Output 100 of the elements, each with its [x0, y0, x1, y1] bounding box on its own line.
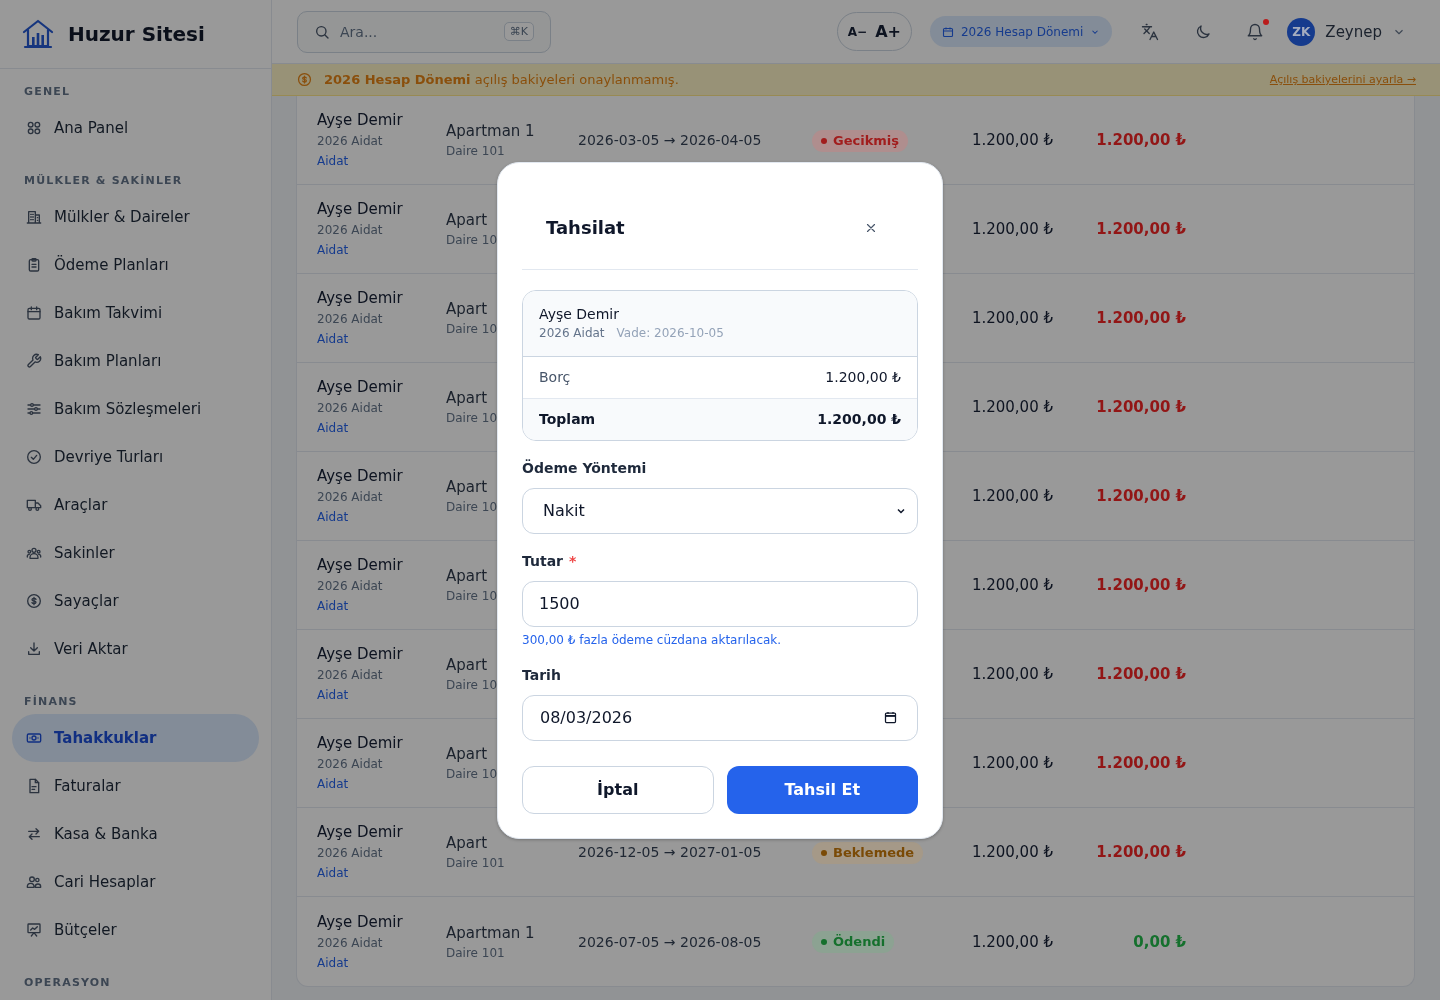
charged-amount: 1.200,00 ₺	[971, 843, 1053, 861]
charged-amount: 1.200,00 ₺	[971, 309, 1053, 327]
nav-item[interactable]: Mülkler & Daireler	[12, 193, 259, 241]
nav-item[interactable]: Bakım Takvimi	[12, 289, 259, 337]
remaining-amount: 1.200,00 ₺	[1096, 665, 1186, 683]
user-avatar[interactable]: ZK	[1287, 17, 1316, 46]
resident-name: Ayşe Demir	[317, 733, 403, 754]
nav-item[interactable]: Ödeme Planları	[12, 241, 259, 289]
input-field[interactable]: 1500	[522, 580, 918, 627]
charge-name: 2026 Aidat	[317, 934, 383, 952]
charge-type-link[interactable]: Aidat	[317, 952, 349, 973]
decrease-font-button[interactable]: A−	[845, 24, 870, 39]
download-icon	[26, 641, 42, 657]
grid-icon	[26, 120, 42, 136]
calendar-icon	[883, 710, 898, 725]
nav-item[interactable]: Bakım Sözleşmeleri	[12, 385, 259, 433]
remaining-amount: 1.200,00 ₺	[1096, 843, 1186, 861]
unit-name: Daire 10	[446, 410, 498, 427]
users-icon	[26, 874, 42, 890]
search-input[interactable]: Ara...	[340, 23, 494, 40]
unit-name: Daire 101	[446, 855, 505, 872]
nav-item[interactable]: Ana Panel	[12, 104, 259, 152]
clipboard-icon	[26, 257, 42, 273]
nav-item[interactable]: Cari Hesaplar	[12, 858, 259, 906]
building-name: Apart	[446, 744, 488, 765]
charge-type-link[interactable]: Aidat	[317, 774, 349, 794]
nav-item[interactable]: Sakinler	[12, 529, 259, 577]
remaining-amount: 0,00 ₺	[1133, 932, 1186, 951]
charged-amount: 1.200,00 ₺	[971, 220, 1053, 238]
nav-item[interactable]: Devriye Turları	[12, 433, 259, 481]
resident-name: Ayşe Demir	[317, 110, 403, 131]
nav-item[interactable]: Araçlar	[12, 481, 259, 529]
bell-icon[interactable]	[1246, 22, 1265, 41]
date-field[interactable]: 08/03/2026	[522, 694, 918, 741]
shortcut-key: ⌘K	[503, 22, 534, 41]
nav-item[interactable]: Kasa & Banka	[12, 810, 259, 858]
users-icon	[26, 545, 42, 561]
field-label: Tarih	[522, 665, 561, 684]
charge-type-link[interactable]: Aidat	[317, 418, 349, 438]
charge-type-link[interactable]: Aidat	[317, 863, 349, 883]
charge-type-link[interactable]: Aidat	[317, 329, 349, 349]
field-hint: 300,00 ₺ fazla ödeme cüzdana aktarılacak.	[522, 631, 783, 648]
house-chart-logo-icon	[22, 18, 54, 50]
building-name: Apart	[446, 477, 488, 498]
document-icon	[26, 778, 42, 794]
building-name: Apart	[446, 388, 488, 409]
building-icon	[26, 209, 42, 225]
status-label: Gecikmiş	[833, 132, 900, 149]
user-name[interactable]: Zeynep	[1325, 22, 1382, 41]
nav-item[interactable]: Bakım Planları	[12, 337, 259, 385]
charge-name: 2026 Aidat	[317, 578, 383, 595]
translate-icon[interactable]	[1141, 22, 1160, 41]
transfer-arrows-icon	[26, 826, 42, 842]
remaining-amount: 1.200,00 ₺	[1096, 754, 1186, 772]
resident-name: Ayşe Demir	[317, 466, 403, 487]
nav-item[interactable]: Sayaçlar	[12, 577, 259, 625]
charge-type-link[interactable]: Aidat	[317, 596, 349, 616]
charge-type-link[interactable]: Aidat	[317, 685, 349, 705]
banknote-icon	[26, 730, 42, 746]
remaining-amount: 1.200,00 ₺	[1096, 487, 1186, 505]
charged-amount: 1.200,00 ₺	[971, 754, 1053, 772]
charge-type-link[interactable]: Aidat	[317, 151, 349, 171]
charge-name: 2026 Aidat	[317, 667, 383, 684]
field-label: Tutar	[522, 551, 564, 570]
charge-name: 2026 Aidat	[317, 400, 383, 417]
building-name: Apart	[446, 299, 488, 320]
building-name: Apart	[446, 210, 488, 231]
resident-name: Ayşe Demir	[317, 377, 403, 398]
dollar-circle-icon	[26, 593, 42, 609]
presentation-chart-icon	[26, 922, 42, 938]
nav-item[interactable]: Faturalar	[12, 762, 259, 810]
increase-font-button[interactable]: A+	[873, 22, 903, 41]
building-name: Apart	[446, 655, 488, 676]
sliders-icon	[26, 401, 42, 417]
nav-section-label: OPERASYON	[24, 975, 112, 991]
nav-item[interactable]: Tahakkuklar	[12, 714, 259, 762]
resident-name: Ayşe Demir	[317, 911, 403, 933]
charge-name: 2026 Aidat	[317, 311, 383, 328]
remaining-amount: 1.200,00 ₺	[1096, 576, 1186, 594]
unit-name: Daire 10	[446, 232, 498, 249]
unit-name: Daire 101	[446, 143, 505, 160]
brand-name: Huzur Sitesi	[68, 22, 205, 46]
nav-item[interactable]: Veri Aktar	[12, 625, 259, 673]
dialog-title: Tahsilat	[546, 217, 625, 238]
cancel-button[interactable]: İptal	[522, 765, 714, 814]
building-name: Apart	[446, 833, 488, 854]
moon-icon[interactable]	[1194, 22, 1213, 41]
truck-icon	[26, 497, 42, 513]
unit-name: Daire 10	[446, 677, 498, 694]
charge-type-link[interactable]: Aidat	[317, 507, 349, 527]
charged-amount: 1.200,00 ₺	[971, 576, 1053, 594]
select-field[interactable]: Nakit	[522, 487, 918, 534]
calendar-icon	[26, 305, 42, 321]
charged-amount: 1.200,00 ₺	[971, 398, 1053, 416]
resident-name: Ayşe Demir	[317, 644, 403, 665]
unit-name: Daire 10	[446, 588, 498, 605]
charge-type-link[interactable]: Aidat	[317, 240, 349, 260]
banner-message: 2026 Hesap Dönemi açılış bakiyeleri onaylanmamış.	[324, 72, 679, 87]
submit-button[interactable]: Tahsil Et	[726, 765, 918, 814]
nav-item[interactable]: Bütçeler	[12, 906, 259, 954]
